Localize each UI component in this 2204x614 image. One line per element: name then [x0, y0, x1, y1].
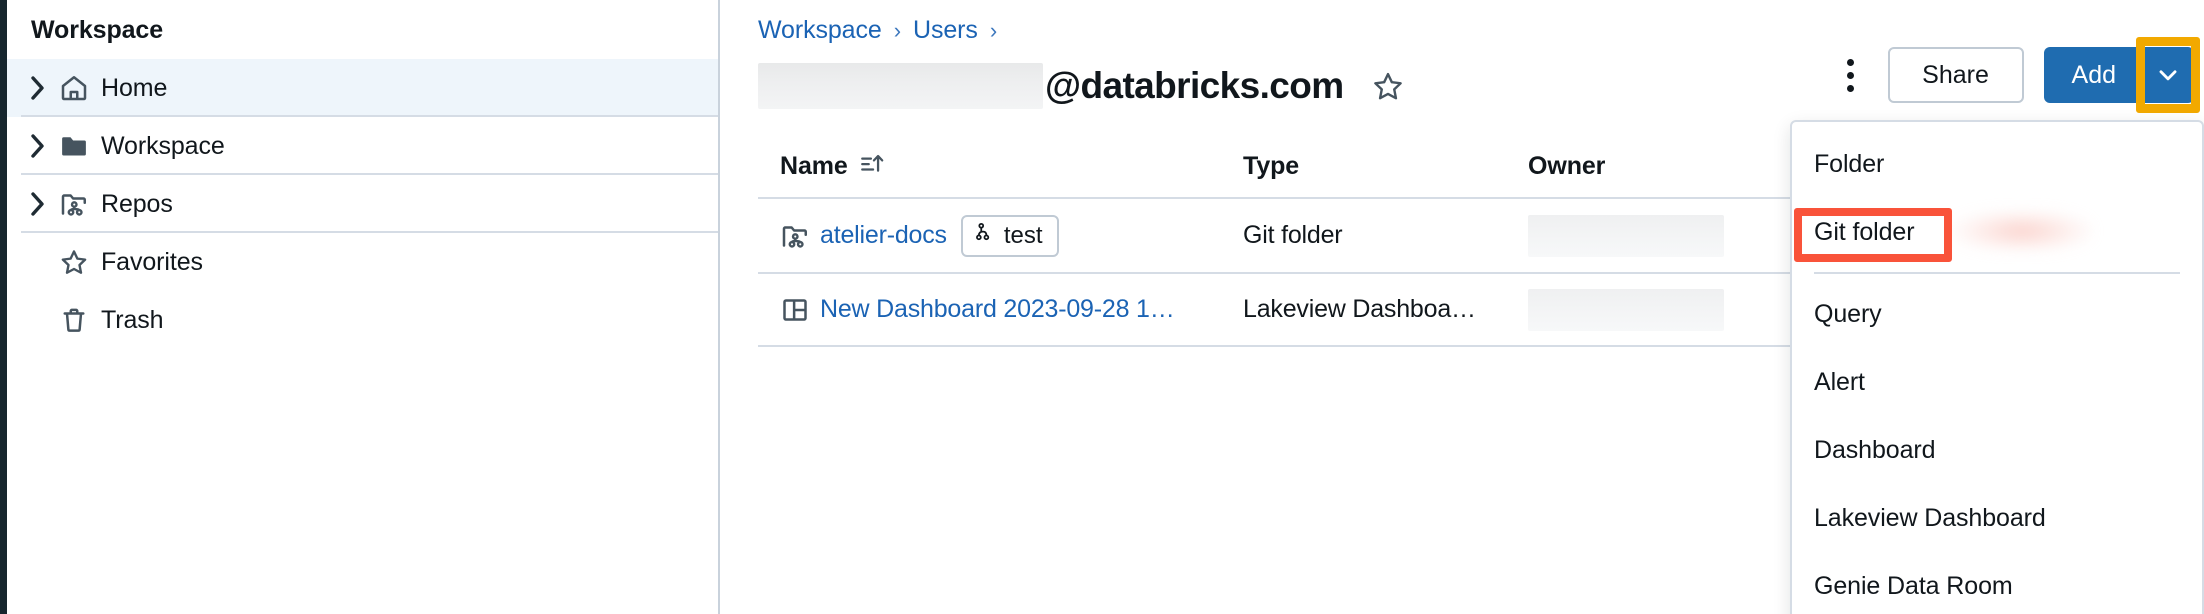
menu-item-genie-data-room[interactable]: Genie Data Room [1792, 552, 2202, 614]
folder-icon [59, 131, 101, 161]
star-icon [59, 247, 101, 277]
branch-icon [973, 221, 995, 250]
add-dropdown-menu: Folder Git folder Query Alert Dashboard … [1790, 120, 2204, 614]
column-header-name[interactable]: Name [758, 150, 1243, 183]
cell-name: atelier-docs test [758, 214, 1243, 257]
menu-item-label: Dashboard [1814, 435, 1936, 464]
share-button[interactable]: Share [1887, 47, 2024, 103]
chevron-right-icon[interactable] [29, 74, 59, 102]
column-header-label: Owner [1528, 151, 1606, 180]
sidebar-item-label: Workspace [101, 131, 225, 160]
branch-badge[interactable]: test [960, 214, 1059, 257]
column-header-owner[interactable]: Owner [1528, 152, 1828, 181]
cell-type: Lakeview Dashboa… [1243, 295, 1528, 324]
header-actions: Share Add [1834, 37, 2200, 113]
more-options-icon[interactable] [1834, 52, 1868, 98]
cell-name: New Dashboard 2023-09-28 1… [758, 295, 1243, 325]
main-content: Workspace › Users › @databricks.com Shar… [722, 0, 2204, 614]
redacted-owner [1528, 214, 1724, 257]
sidebar-title: Workspace [31, 16, 164, 44]
branch-badge-label: test [1003, 221, 1043, 249]
redacted-username [758, 63, 1043, 109]
trash-icon [59, 305, 101, 335]
workspace-browser-screen: Workspace Home Workspace Repos Favorites… [0, 0, 2204, 614]
column-header-type[interactable]: Type [1243, 152, 1528, 181]
menu-item-label: Genie Data Room [1814, 571, 2013, 600]
add-button-group: Add [2043, 37, 2200, 113]
sidebar-item-label: Favorites [101, 247, 203, 276]
row-type-label: Lakeview Dashboa… [1243, 295, 1476, 323]
menu-item-git-folder[interactable]: Git folder [1792, 198, 2202, 266]
menu-item-label: Alert [1814, 367, 1865, 396]
page-title: @databricks.com [1045, 65, 1344, 106]
repo-icon [59, 189, 101, 219]
row-name-link[interactable]: New Dashboard 2023-09-28 1… [820, 295, 1175, 324]
cell-owner [1528, 214, 1828, 257]
chevron-right-icon[interactable] [29, 132, 59, 160]
chevron-right-icon[interactable] [29, 190, 59, 218]
column-header-label: Name [780, 151, 848, 180]
app-left-rail [0, 0, 7, 614]
add-dropdown-caret-button[interactable] [2142, 47, 2194, 103]
git-folder-icon [780, 221, 820, 251]
menu-item-alert[interactable]: Alert [1792, 348, 2202, 416]
add-button[interactable]: Add [2043, 47, 2142, 103]
cell-type: Git folder [1243, 221, 1528, 250]
breadcrumb-separator-icon: › [989, 17, 998, 43]
sidebar-item-label: Trash [101, 305, 164, 334]
breadcrumb: Workspace › Users › [722, 0, 2204, 45]
menu-item-label: Folder [1814, 149, 1885, 178]
sidebar-item-label: Repos [101, 189, 173, 218]
menu-item-lakeview-dashboard[interactable]: Lakeview Dashboard [1792, 484, 2202, 552]
sidebar-item-label: Home [101, 73, 168, 102]
sort-ascending-icon[interactable] [858, 150, 886, 183]
row-type-label: Git folder [1243, 221, 1343, 249]
menu-item-label: Git folder [1814, 217, 1915, 246]
menu-item-label: Query [1814, 299, 1882, 328]
sidebar-item-favorites[interactable]: Favorites [7, 233, 718, 291]
sidebar-nav-list: Home Workspace Repos Favorites Trash [7, 59, 718, 349]
sidebar: Workspace Home Workspace Repos Favorites… [7, 0, 720, 614]
sidebar-item-workspace[interactable]: Workspace [7, 117, 718, 175]
sidebar-item-trash[interactable]: Trash [7, 291, 718, 349]
breadcrumb-separator-icon: › [893, 17, 902, 43]
sidebar-item-home[interactable]: Home [7, 59, 718, 117]
sidebar-item-repos[interactable]: Repos [7, 175, 718, 233]
menu-item-folder[interactable]: Folder [1792, 130, 2202, 198]
dashboard-icon [780, 295, 820, 325]
home-icon [59, 73, 101, 103]
menu-item-dashboard[interactable]: Dashboard [1792, 416, 2202, 484]
redacted-owner [1528, 288, 1724, 331]
breadcrumb-item-workspace[interactable]: Workspace [758, 16, 882, 45]
menu-item-label: Lakeview Dashboard [1814, 503, 2046, 532]
cell-owner [1528, 288, 1828, 331]
favorite-star-icon[interactable] [1368, 66, 1408, 106]
column-header-label: Type [1243, 151, 1300, 180]
menu-divider [1814, 272, 2180, 274]
row-name-link[interactable]: atelier-docs [820, 221, 947, 250]
menu-item-query[interactable]: Query [1792, 280, 2202, 348]
breadcrumb-item-users[interactable]: Users [913, 16, 978, 45]
